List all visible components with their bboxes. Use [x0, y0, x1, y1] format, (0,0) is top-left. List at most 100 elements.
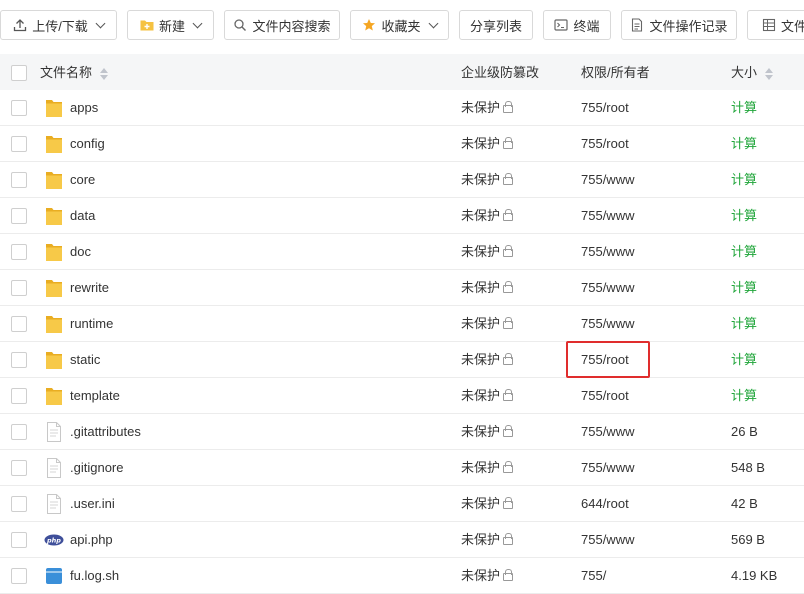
permission-owner[interactable]: 755/www — [581, 522, 634, 558]
upload-download-label: 上传/下载 — [32, 18, 88, 34]
row-checkbox[interactable] — [11, 316, 27, 332]
permission-owner[interactable]: 755/www — [581, 162, 634, 198]
table-row[interactable]: apps 未保护 755/root 计算 — [0, 90, 804, 126]
upload-download-button[interactable]: 上传/下载 — [0, 10, 117, 40]
file-name[interactable]: rewrite — [70, 270, 109, 306]
header-size[interactable]: 大小 — [731, 54, 774, 92]
row-checkbox[interactable] — [11, 424, 27, 440]
favorites-button[interactable]: 收藏夹 — [350, 10, 449, 40]
sort-icon[interactable] — [765, 67, 774, 81]
row-checkbox[interactable] — [11, 136, 27, 152]
table-row[interactable]: php api.php 未保护 755/www 569 B — [0, 522, 804, 558]
protection-status[interactable]: 未保护 — [461, 522, 514, 558]
row-checkbox[interactable] — [11, 496, 27, 512]
file-name[interactable]: runtime — [70, 306, 113, 342]
file-name[interactable]: template — [70, 378, 120, 414]
protection-status[interactable]: 未保护 — [461, 450, 514, 486]
file-name[interactable]: core — [70, 162, 95, 198]
table-row[interactable]: .gitattributes 未保护 755/www 26 B — [0, 414, 804, 450]
permission-owner[interactable]: 755/www — [581, 414, 634, 450]
share-list-button[interactable]: 分享列表 — [459, 10, 533, 40]
file-name[interactable]: data — [70, 198, 95, 234]
file-size[interactable]: 计算 — [731, 306, 757, 342]
table-row[interactable]: .gitignore 未保护 755/www 548 B — [0, 450, 804, 486]
file-size[interactable]: 计算 — [731, 342, 757, 378]
protection-status[interactable]: 未保护 — [461, 306, 514, 342]
table-row[interactable]: runtime 未保护 755/www 计算 — [0, 306, 804, 342]
row-checkbox[interactable] — [11, 280, 27, 296]
table-row[interactable]: rewrite 未保护 755/www 计算 — [0, 270, 804, 306]
permission-owner[interactable]: 755/root — [581, 90, 629, 126]
protection-status[interactable]: 未保护 — [461, 90, 514, 126]
file-name[interactable]: .user.ini — [70, 486, 115, 522]
protection-status[interactable]: 未保护 — [461, 342, 514, 378]
permission-owner[interactable]: 755/www — [581, 270, 634, 306]
table-row[interactable]: core 未保护 755/www 计算 — [0, 162, 804, 198]
file-name[interactable]: apps — [70, 90, 98, 126]
permission-owner[interactable]: 755/www — [581, 306, 634, 342]
protection-label: 未保护 — [461, 532, 501, 547]
file-name[interactable]: fu.log.sh — [70, 558, 119, 594]
file-size[interactable]: 计算 — [731, 198, 757, 234]
permission-owner[interactable]: 755/root — [581, 378, 629, 414]
row-checkbox[interactable] — [11, 532, 27, 548]
file-size[interactable]: 计算 — [731, 270, 757, 306]
row-checkbox[interactable] — [11, 208, 27, 224]
permission-owner[interactable]: 755/root — [581, 126, 629, 162]
protection-status[interactable]: 未保护 — [461, 558, 514, 594]
operation-log-button[interactable]: 文件操作记录 — [621, 10, 737, 40]
content-search-button[interactable]: 文件内容搜索 — [224, 10, 340, 40]
folder-icon — [44, 313, 64, 335]
row-checkbox[interactable] — [11, 460, 27, 476]
file-name[interactable]: .gitignore — [70, 450, 123, 486]
table-row[interactable]: fu.log.sh 未保护 755/4.19 KB — [0, 558, 804, 594]
file-name[interactable]: config — [70, 126, 105, 162]
table-row[interactable]: template 未保护 755/root 计算 — [0, 378, 804, 414]
terminal-button[interactable]: 终端 — [543, 10, 611, 40]
row-checkbox[interactable] — [11, 172, 27, 188]
protection-status[interactable]: 未保护 — [461, 486, 514, 522]
file-size[interactable]: 计算 — [731, 378, 757, 414]
table-row[interactable]: static 未保护 755/root 计算 — [0, 342, 804, 378]
table-row[interactable]: doc 未保护 755/www 计算 — [0, 234, 804, 270]
table-row[interactable]: .user.ini 未保护 644/root 42 B — [0, 486, 804, 522]
permission-owner[interactable]: 755/www — [581, 198, 634, 234]
protection-status[interactable]: 未保护 — [461, 270, 514, 306]
script-file-icon — [44, 565, 64, 587]
permission-owner[interactable]: 755/www — [581, 234, 634, 270]
new-button[interactable]: 新建 — [127, 10, 214, 40]
protection-status[interactable]: 未保护 — [461, 198, 514, 234]
star-icon — [362, 18, 376, 32]
file-extra-button[interactable]: 文件 — [747, 10, 804, 40]
permission-owner[interactable]: 755/www — [581, 450, 634, 486]
permission-owner[interactable]: 755/ — [581, 558, 606, 594]
row-checkbox[interactable] — [11, 568, 27, 584]
row-checkbox[interactable] — [11, 100, 27, 116]
header-name[interactable]: 文件名称 — [40, 54, 109, 92]
file-size[interactable]: 计算 — [731, 234, 757, 270]
folder-icon — [44, 385, 64, 407]
file-name[interactable]: .gitattributes — [70, 414, 141, 450]
row-checkbox[interactable] — [11, 352, 27, 368]
row-checkbox[interactable] — [11, 388, 27, 404]
file-name[interactable]: doc — [70, 234, 91, 270]
file-name[interactable]: static — [70, 342, 100, 378]
file-name[interactable]: api.php — [70, 522, 113, 558]
svg-text:php: php — [46, 537, 61, 545]
protection-status[interactable]: 未保护 — [461, 126, 514, 162]
table-row[interactable]: data 未保护 755/www 计算 — [0, 198, 804, 234]
permission-owner[interactable]: 644/root — [581, 486, 629, 522]
protection-status[interactable]: 未保护 — [461, 162, 514, 198]
select-all-checkbox[interactable] — [11, 65, 27, 81]
file-size: 569 B — [731, 532, 765, 547]
sort-icon[interactable] — [100, 67, 109, 81]
file-size[interactable]: 计算 — [731, 162, 757, 198]
protection-status[interactable]: 未保护 — [461, 414, 514, 450]
row-checkbox[interactable] — [11, 244, 27, 260]
protection-status[interactable]: 未保护 — [461, 234, 514, 270]
header-name-label: 文件名称 — [40, 65, 93, 80]
protection-status[interactable]: 未保护 — [461, 378, 514, 414]
file-size[interactable]: 计算 — [731, 90, 757, 126]
table-row[interactable]: config 未保护 755/root 计算 — [0, 126, 804, 162]
file-size[interactable]: 计算 — [731, 126, 757, 162]
